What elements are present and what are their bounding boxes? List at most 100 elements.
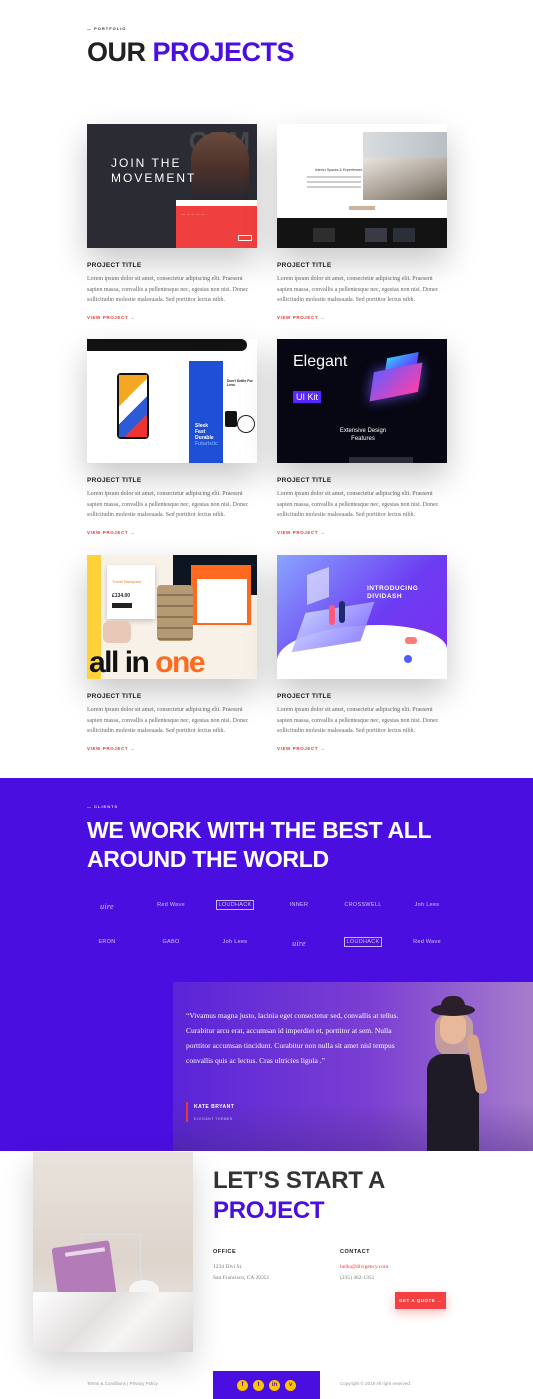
twitter-icon[interactable]: t — [253, 1379, 264, 1391]
backpack-image — [157, 585, 193, 641]
thumb-headline: INTRODUCING DIVIDASH — [367, 585, 418, 601]
panel-line-4: Futuristic — [195, 441, 218, 447]
client-logo: ERON — [98, 939, 116, 945]
cta-image — [33, 1152, 193, 1352]
view-project-link[interactable]: VIEW PROJECT → — [277, 530, 447, 535]
thumb-side-text: Don't Settle For Less — [227, 379, 253, 387]
person-image — [329, 605, 335, 625]
project-title: PROJECT TITLE — [277, 262, 332, 269]
view-project-link[interactable]: VIEW PROJECT → — [87, 746, 257, 751]
facebook-icon[interactable]: f — [237, 1379, 248, 1391]
clients-title-line-1: WE WORK WITH THE BEST ALL — [87, 817, 432, 843]
project-title: PROJECT TITLE — [87, 693, 142, 700]
phone-screen — [119, 375, 147, 437]
thumb-tile — [393, 228, 415, 242]
product-button — [112, 603, 132, 608]
page-title: OUR PROJECTS — [87, 36, 295, 68]
project-title: PROJECT TITLE — [87, 262, 142, 269]
project-card-5: Travel Backpack £134.00 all in one PROJE… — [87, 555, 257, 751]
screen-image — [307, 566, 329, 606]
cube-image — [369, 362, 423, 402]
contact-phone: (235) 462-1351 — [340, 1275, 375, 1281]
thumb-text-line — [307, 176, 361, 178]
project-description: Lorem ipsum dolor sit amet, consectetur … — [87, 276, 249, 303]
small-device — [225, 411, 237, 427]
project-thumbnail-1[interactable]: GYM JOIN THE MOVEMENT — — — — — — [87, 124, 257, 248]
project-thumbnail-6[interactable]: INTRODUCING DIVIDASH — [277, 555, 447, 679]
copyright: Copyright © 2019 All right reserved. — [340, 1381, 412, 1386]
thumb-room-image — [363, 158, 447, 200]
thumb-sub-1: Extensive Design — [339, 428, 387, 434]
thumb-headline-2: DIVIDASH — [367, 593, 403, 600]
clients-section: — CLIENTS WE WORK WITH THE BEST ALL AROU… — [0, 778, 533, 1151]
contact-label: CONTACT — [340, 1249, 370, 1255]
phone-image — [117, 373, 149, 439]
project-card-6: INTRODUCING DIVIDASH PROJECT TITLE Lorem… — [277, 555, 447, 751]
thumb-dot — [404, 655, 412, 663]
cable — [237, 415, 255, 433]
client-logo: CROSSWELL — [344, 902, 382, 908]
thumb-tile — [313, 228, 335, 242]
thumb-tile — [365, 228, 387, 242]
testimonial-bar — [186, 1102, 188, 1122]
view-project-link[interactable]: VIEW PROJECT → — [277, 315, 447, 320]
project-thumbnail-5[interactable]: Travel Backpack £134.00 all in one — [87, 555, 257, 679]
project-card-2: Interior Spaces & Experiences PROJECT TI… — [277, 124, 447, 320]
project-title: PROJECT TITLE — [277, 693, 332, 700]
cta-title-line-1: LET’S START A — [213, 1167, 386, 1194]
get-quote-button[interactable]: GET A QUOTE → — [395, 1292, 446, 1309]
product-label: Travel Backpack — [112, 579, 142, 584]
thumb-text-line — [307, 181, 361, 183]
big-text-b: one — [155, 646, 205, 679]
project-card-3: Sleek Fast Durable Futuristic Don't Sett… — [87, 339, 257, 535]
project-thumbnail-2[interactable]: Interior Spaces & Experiences — [277, 124, 447, 248]
project-card-4: Elegant UI Kit Extensive Design Features… — [277, 339, 447, 535]
thumb-button — [349, 206, 375, 210]
vimeo-icon[interactable]: v — [285, 1379, 296, 1391]
view-project-link[interactable]: VIEW PROJECT → — [87, 315, 257, 320]
project-thumbnail-3[interactable]: Sleek Fast Durable Futuristic Don't Sett… — [87, 339, 257, 463]
client-logo-text: LOUDHACK — [343, 937, 383, 947]
instagram-icon[interactable]: in — [269, 1379, 280, 1391]
clients-title: WE WORK WITH THE BEST ALL AROUND THE WOR… — [87, 816, 432, 874]
office-line-2: San Francisco, CA 29351 — [213, 1275, 270, 1281]
testimonial-quote: “Vivamus magna justo, lacinia eget conse… — [186, 1011, 399, 1065]
thumb-headline-1: INTRODUCING — [367, 585, 419, 592]
title-part-1: OUR — [87, 37, 146, 67]
client-logo: INNER — [289, 902, 309, 908]
portfolio-eyebrow: — PORTFOLIO — [87, 26, 127, 31]
marble-table — [33, 1292, 193, 1352]
client-logo: LOUDHACK — [343, 937, 383, 948]
thumb-headline: JOIN THE MOVEMENT — [111, 156, 197, 185]
thumb-headline: Interior Spaces & Experiences — [315, 168, 363, 172]
hand-image — [103, 621, 131, 643]
project-description: Lorem ipsum dolor sit amet, consectetur … — [277, 276, 439, 303]
project-card-1: GYM JOIN THE MOVEMENT — — — — — PROJECT … — [87, 124, 257, 320]
big-text-a: all in — [89, 646, 156, 679]
client-logo: LOUDHACK — [215, 900, 255, 911]
project-description: Lorem ipsum dolor sit amet, consectetur … — [277, 491, 439, 518]
thumb-subtitle: Extensive Design Features — [337, 427, 389, 443]
footer-links[interactable]: Terms & Conditions | Privacy Policy — [87, 1381, 158, 1386]
product-price: £134.00 — [112, 593, 131, 599]
clients-eyebrow: — CLIENTS — [87, 804, 119, 809]
thumb-big-text: all in one — [89, 646, 206, 679]
office-label: OFFICE — [213, 1249, 237, 1255]
thumb-red-button — [238, 235, 252, 241]
view-project-link[interactable]: VIEW PROJECT → — [87, 530, 257, 535]
view-project-link[interactable]: VIEW PROJECT → — [277, 746, 447, 751]
project-title: PROJECT TITLE — [87, 477, 142, 484]
testimonial-photo — [413, 996, 493, 1151]
athlete-image — [191, 132, 249, 202]
client-logo-text: LOUDHACK — [215, 900, 255, 910]
thumb-headline: Elegant — [293, 353, 348, 370]
thumb-red-box: — — — — — — [176, 206, 257, 248]
contact-email[interactable]: hello@divigency.com — [340, 1262, 388, 1273]
phone-top-bar — [87, 339, 247, 351]
project-description: Lorem ipsum dolor sit amet, consectetur … — [87, 491, 249, 518]
thumb-button — [405, 637, 417, 644]
project-thumbnail-4[interactable]: Elegant UI Kit Extensive Design Features — [277, 339, 447, 463]
thumb-dark-strip — [277, 218, 447, 248]
client-logo: uire — [100, 902, 114, 911]
face — [440, 1012, 466, 1044]
